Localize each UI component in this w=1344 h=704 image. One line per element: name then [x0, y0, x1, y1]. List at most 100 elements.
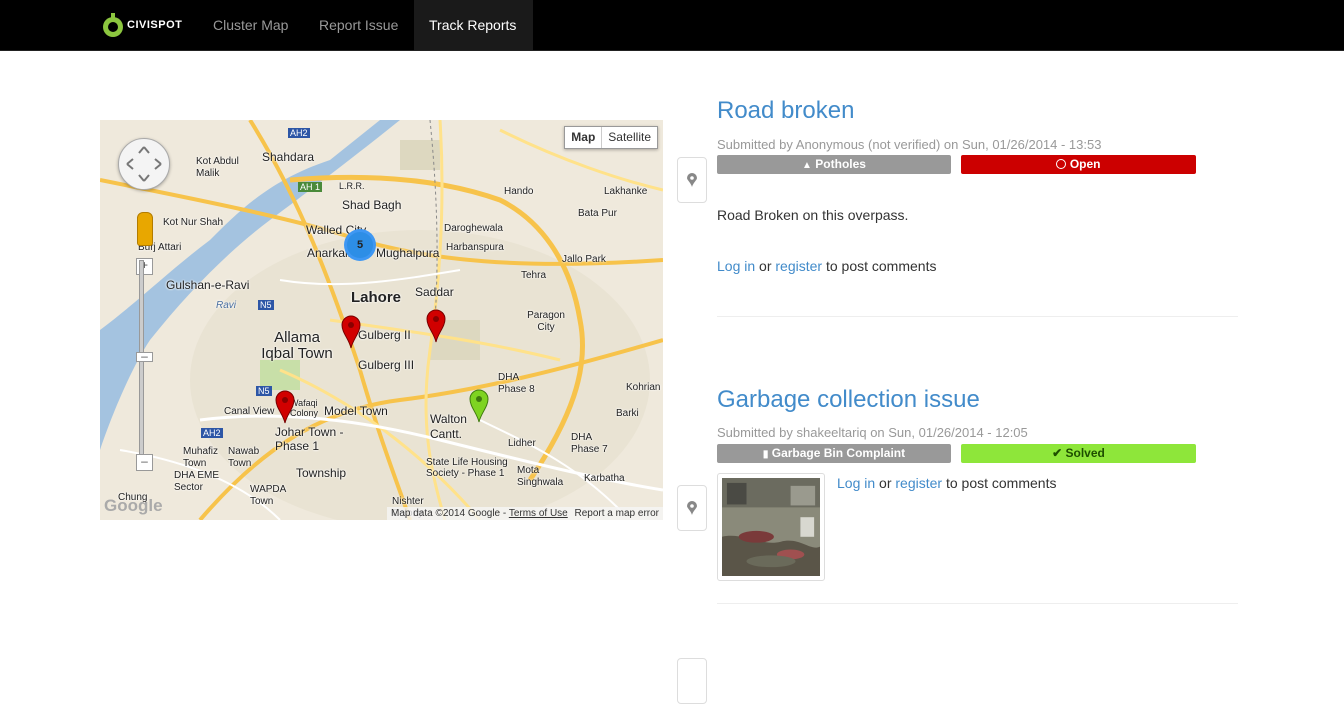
report-location-button[interactable] — [677, 658, 707, 704]
terms-of-use-link[interactable]: Terms of Use — [509, 508, 568, 519]
report-location-button[interactable] — [677, 157, 707, 203]
register-link[interactable]: register — [775, 258, 822, 274]
map-label-lrr: L.R.R. — [339, 181, 365, 191]
pause-circle-icon — [1056, 159, 1067, 169]
map-label-muhafiz-town: Muhafiz Town — [183, 446, 219, 469]
map-type-map-button[interactable]: Map — [565, 127, 603, 148]
map-label-bata-pur: Bata Pur — [578, 208, 617, 219]
map-shield-ah2-bottom: AH2 — [201, 428, 223, 438]
map-label-gulberg-iii: Gulberg III — [358, 358, 415, 372]
login-link[interactable]: Log in — [717, 258, 755, 274]
or-text: or — [879, 475, 892, 491]
map-label-wapda-town: WAPDA Town — [250, 484, 286, 507]
map-label-kot-nur-shah: Kot Nur Shah — [163, 217, 224, 228]
google-logo: Google — [104, 496, 163, 515]
brand-logo[interactable]: CIVISPOT — [101, 8, 182, 42]
category-label: Garbage Bin Complaint — [771, 446, 906, 460]
comment-login-line: Log in or register to post comments — [717, 258, 936, 274]
map-label-kot-abdul-malik: Kot Abdul Malik — [196, 156, 239, 179]
zoom-slider-handle[interactable]: – — [136, 350, 153, 362]
report-location-button[interactable] — [677, 485, 707, 531]
map-label-lahore: Lahore — [351, 289, 402, 306]
reports-map[interactable]: Shahdara Kot Abdul Malik Shad Bagh Walle… — [100, 120, 663, 520]
map-label-mota-singhwala: Mota Singhwala — [517, 465, 564, 488]
nav-cluster-map[interactable]: Cluster Map — [198, 0, 303, 50]
map-label-state-life-housing: State Life Housing Society - Phase 1 — [426, 457, 508, 479]
post-comments-text: to post comments — [825, 258, 937, 274]
check-icon: ✔ — [1052, 446, 1063, 460]
map-label-lakhanke: Lakhanke — [604, 186, 648, 197]
status-badge: Open — [961, 155, 1196, 174]
nav-track-reports[interactable]: Track Reports — [414, 0, 533, 50]
map-label-kohrian: Kohrian — [626, 382, 661, 393]
map-cluster-marker[interactable]: 5 — [344, 229, 376, 261]
map-label-mughalpura: Mughalpura — [376, 246, 440, 260]
map-label-dha-phase-7: DHA Phase 7 — [571, 432, 608, 455]
map-label-ravi: Ravi — [216, 300, 237, 311]
map-label-model-town: Model Town — [324, 404, 388, 418]
map-label-barki: Barki — [616, 408, 639, 419]
map-shield-ah2-top: AH2 — [288, 128, 310, 138]
report-photo-thumbnail[interactable] — [717, 473, 825, 581]
map-attribution: Map data ©2014 Google - Terms of Use Rep… — [386, 507, 663, 520]
report-separator — [717, 316, 1238, 317]
road-icon: ▲ — [802, 160, 812, 171]
map-marker-green-icon[interactable] — [469, 389, 489, 423]
status-label: Open — [1069, 157, 1101, 171]
map-label-hando: Hando — [504, 186, 534, 197]
report-separator — [717, 603, 1238, 604]
map-label-jallo-park: Jallo Park — [562, 254, 606, 265]
map-label-karbatha: Karbatha — [584, 473, 625, 484]
map-label-dha-eme-sector: DHA EME Sector — [174, 470, 220, 493]
category-badge: ▮ Garbage Bin Complaint — [717, 444, 951, 463]
map-marker-red-icon[interactable] — [426, 309, 446, 343]
pan-arrows-icon — [126, 146, 162, 182]
map-label-tehra: Tehra — [521, 270, 547, 281]
or-text: or — [759, 258, 772, 274]
report-submitted-meta: Submitted by Anonymous (not verified) on… — [717, 137, 1102, 152]
category-label: Potholes — [815, 157, 866, 171]
report-body: Road Broken on this overpass. — [717, 207, 909, 223]
map-label-dha-phase-8: DHA Phase 8 — [498, 372, 535, 395]
report-submitted-meta: Submitted by shakeeltariq on Sun, 01/26/… — [717, 425, 1028, 440]
map-label-daroghewala: Daroghewala — [444, 223, 503, 234]
map-label-nawab-town: Nawab Town — [228, 446, 260, 469]
map-data-text: Map data ©2014 Google — [390, 508, 501, 519]
register-link[interactable]: register — [895, 475, 942, 491]
map-label-canal-view: Canal View — [224, 406, 275, 417]
map-marker-red-icon[interactable] — [341, 315, 361, 349]
category-badge: ▲ Potholes — [717, 155, 951, 174]
map-label-township: Township — [296, 466, 347, 480]
map-label-harbanspura: Harbanspura — [446, 242, 504, 253]
brand-text: CIVISPOT — [127, 19, 183, 31]
map-label-gulshan-e-ravi: Gulshan-e-Ravi — [166, 278, 250, 292]
map-pin-icon — [687, 501, 697, 515]
report-map-error-link[interactable]: Report a map error — [575, 508, 659, 519]
map-shield-n5-bottom: N5 — [256, 386, 272, 396]
login-link[interactable]: Log in — [837, 475, 875, 491]
report-title-link[interactable]: Road broken — [717, 97, 854, 125]
map-label-johar-town: Johar Town - Phase 1 — [275, 425, 344, 453]
map-type-satellite-button[interactable]: Satellite — [602, 127, 657, 148]
map-pan-control[interactable] — [118, 138, 170, 190]
map-type-control: Map Satellite — [564, 126, 658, 149]
map-pin-icon — [687, 173, 697, 187]
map-label-allama-iqbal-town: Allama Iqbal Town — [261, 329, 333, 362]
zoom-out-button[interactable]: – — [136, 454, 153, 471]
map-label-saddar: Saddar — [415, 285, 454, 299]
map-label-gulberg-ii: Gulberg II — [358, 328, 411, 342]
comment-login-line: Log in or register to post comments — [837, 475, 1056, 491]
nav-report-issue[interactable]: Report Issue — [304, 0, 413, 50]
street-view-pegman-icon[interactable] — [137, 212, 153, 246]
civispot-logo-icon — [103, 13, 123, 37]
map-label-paragon-city: Paragon City — [527, 310, 565, 333]
map-shield-ah1: AH 1 — [298, 182, 323, 192]
map-label-lidher: Lidher — [508, 438, 536, 449]
post-comments-text: to post comments — [945, 475, 1057, 491]
trash-icon: ▮ — [762, 449, 769, 460]
report-title-link[interactable]: Garbage collection issue — [717, 386, 980, 414]
map-marker-red-icon[interactable] — [275, 390, 295, 424]
status-badge: ✔ Solved — [961, 444, 1196, 463]
status-label: Solved — [1065, 446, 1105, 460]
top-navbar: CIVISPOT Cluster Map Report Issue Track … — [0, 0, 1344, 51]
